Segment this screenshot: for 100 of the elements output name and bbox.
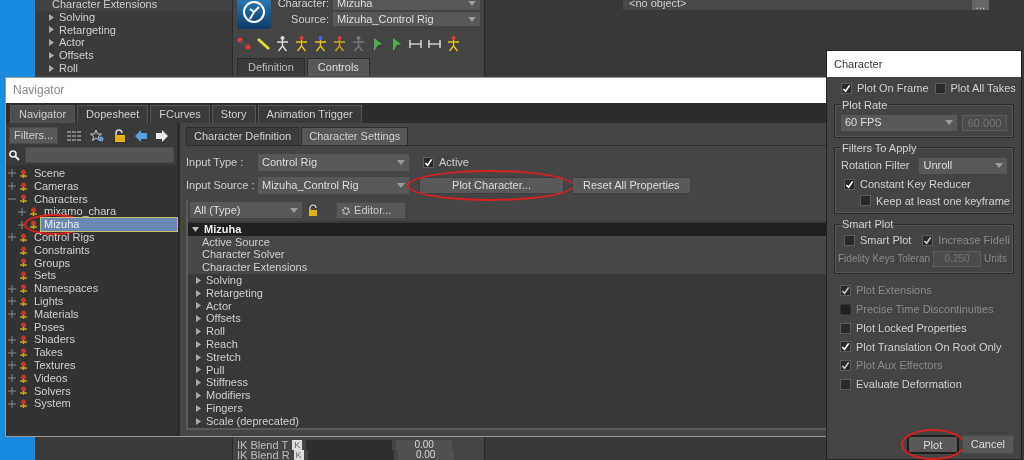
- tab[interactable]: FCurves: [150, 105, 210, 123]
- tab[interactable]: Animation Trigger: [257, 105, 362, 123]
- tree-item[interactable]: Cameras: [31, 179, 177, 193]
- figure-icon[interactable]: [446, 35, 461, 52]
- expand-icon[interactable]: [18, 220, 26, 229]
- dots-icon[interactable]: [237, 35, 252, 52]
- checkbox[interactable]: [860, 195, 871, 207]
- expand-arrow-icon[interactable]: [49, 39, 54, 47]
- tree-item[interactable]: Control Rigs: [31, 231, 177, 244]
- expand-arrow-icon[interactable]: [196, 404, 201, 412]
- dropdown[interactable]: All (Type): [190, 202, 302, 219]
- expand-icon[interactable]: [8, 284, 16, 293]
- character-logo-icon[interactable]: [237, 0, 271, 29]
- value-field[interactable]: 0.00: [396, 440, 453, 450]
- tree-item[interactable]: Scene: [31, 167, 177, 180]
- tree-item[interactable]: Constraints: [31, 243, 177, 257]
- checkbox[interactable]: [423, 157, 434, 169]
- expand-arrow-icon[interactable]: [196, 328, 201, 336]
- expand-arrow-icon[interactable]: [196, 353, 201, 361]
- left-arrow-icon[interactable]: [135, 129, 148, 142]
- figure-icon[interactable]: [313, 35, 328, 52]
- expand-icon[interactable]: [8, 233, 16, 242]
- lock-icon[interactable]: [308, 204, 318, 217]
- key-button[interactable]: K: [293, 450, 304, 460]
- tree-item[interactable]: Textures: [31, 358, 177, 372]
- tab[interactable]: Controls: [306, 58, 370, 76]
- tree-item[interactable]: Shaders: [31, 333, 177, 347]
- button[interactable]: Plot Character...: [419, 177, 564, 195]
- expand-arrow-icon[interactable]: [196, 289, 201, 297]
- checkbox[interactable]: [844, 235, 855, 247]
- browse-button[interactable]: ...: [971, 0, 989, 10]
- expand-arrow-icon[interactable]: [49, 13, 54, 21]
- button[interactable]: Plot: [906, 435, 959, 454]
- expand-arrow-icon[interactable]: [49, 64, 54, 72]
- tree-item[interactable]: Namespaces: [31, 282, 177, 295]
- expand-icon[interactable]: [8, 169, 16, 178]
- button[interactable]: Reset All Properties: [572, 177, 691, 195]
- expand-icon[interactable]: [8, 182, 16, 191]
- expand-arrow-icon[interactable]: [196, 315, 201, 323]
- tab[interactable]: Dopesheet: [77, 105, 149, 123]
- collapse-arrow-icon[interactable]: [192, 226, 199, 232]
- key-button[interactable]: K: [292, 440, 303, 450]
- expand-icon[interactable]: [8, 297, 16, 306]
- dropdown[interactable]: Mizuha_Control Rig: [258, 177, 409, 195]
- checkbox[interactable]: [841, 82, 852, 94]
- expand-arrow-icon[interactable]: [196, 302, 201, 310]
- expand-icon[interactable]: [8, 335, 16, 344]
- object-field[interactable]: <no object> ...: [623, 0, 989, 10]
- expand-icon[interactable]: [8, 386, 16, 395]
- expand-icon[interactable]: [8, 374, 16, 383]
- tree-item[interactable]: Groups: [31, 256, 177, 270]
- value-field[interactable]: 0.00: [397, 450, 454, 460]
- tree-item[interactable]: Lights: [31, 294, 177, 308]
- list-icon[interactable]: [67, 129, 82, 142]
- checkbox[interactable]: [840, 341, 851, 353]
- tree-item[interactable]: Mizuha: [41, 218, 177, 231]
- expand-arrow-icon[interactable]: [196, 392, 201, 400]
- dropdown[interactable]: Control Rig: [258, 154, 409, 172]
- tree-item[interactable]: Poses: [31, 320, 177, 334]
- expand-icon[interactable]: [8, 361, 16, 370]
- checkbox[interactable]: [840, 379, 851, 391]
- tree-item[interactable]: Characters: [31, 192, 177, 206]
- pencil-icon[interactable]: [256, 35, 271, 52]
- tree-item[interactable]: System: [31, 397, 177, 411]
- tab[interactable]: Character Settings: [301, 127, 409, 145]
- expand-arrow-icon[interactable]: [196, 366, 201, 374]
- tree-item[interactable]: Sets: [31, 269, 177, 283]
- expand-icon[interactable]: [8, 348, 16, 357]
- expand-arrow-icon[interactable]: [49, 26, 54, 34]
- expand-icon[interactable]: [8, 310, 16, 319]
- figure-icon[interactable]: [332, 35, 347, 52]
- tab[interactable]: Definition: [237, 58, 305, 76]
- lock-icon[interactable]: [113, 129, 127, 142]
- tab[interactable]: Character Definition: [186, 127, 300, 145]
- checkbox[interactable]: [934, 82, 946, 94]
- expand-arrow-icon[interactable]: [196, 379, 201, 387]
- tab[interactable]: Navigator: [10, 105, 76, 123]
- search-field[interactable]: [25, 147, 174, 163]
- star-icon[interactable]: [90, 129, 105, 142]
- expand-arrow-icon[interactable]: [196, 417, 201, 425]
- dropdown[interactable]: 60 FPS: [841, 114, 958, 131]
- dropdown[interactable]: Unroll: [919, 157, 1007, 174]
- tree-item[interactable]: Materials: [31, 307, 177, 321]
- tab[interactable]: Story: [211, 105, 256, 123]
- tree-item[interactable]: mixamo_chara: [41, 205, 177, 219]
- expand-icon[interactable]: [8, 399, 16, 408]
- checkbox[interactable]: [844, 178, 855, 190]
- filters-button[interactable]: Filters...: [9, 127, 59, 144]
- dropdown[interactable]: Mizuha_Control Rig: [333, 12, 480, 26]
- expand-arrow-icon[interactable]: [196, 340, 201, 348]
- tree-item[interactable]: Takes: [31, 346, 177, 359]
- tree-item[interactable]: Videos: [31, 371, 177, 385]
- expand-arrow-icon[interactable]: [49, 52, 54, 60]
- expand-arrow-icon[interactable]: [196, 276, 201, 284]
- figure-icon[interactable]: [275, 35, 290, 52]
- tree-item[interactable]: Solvers: [31, 384, 177, 398]
- right-arrow-icon[interactable]: [156, 129, 169, 142]
- editor-button[interactable]: Editor...: [336, 201, 406, 219]
- figure-icon[interactable]: [294, 35, 309, 52]
- expand-icon[interactable]: [18, 207, 26, 216]
